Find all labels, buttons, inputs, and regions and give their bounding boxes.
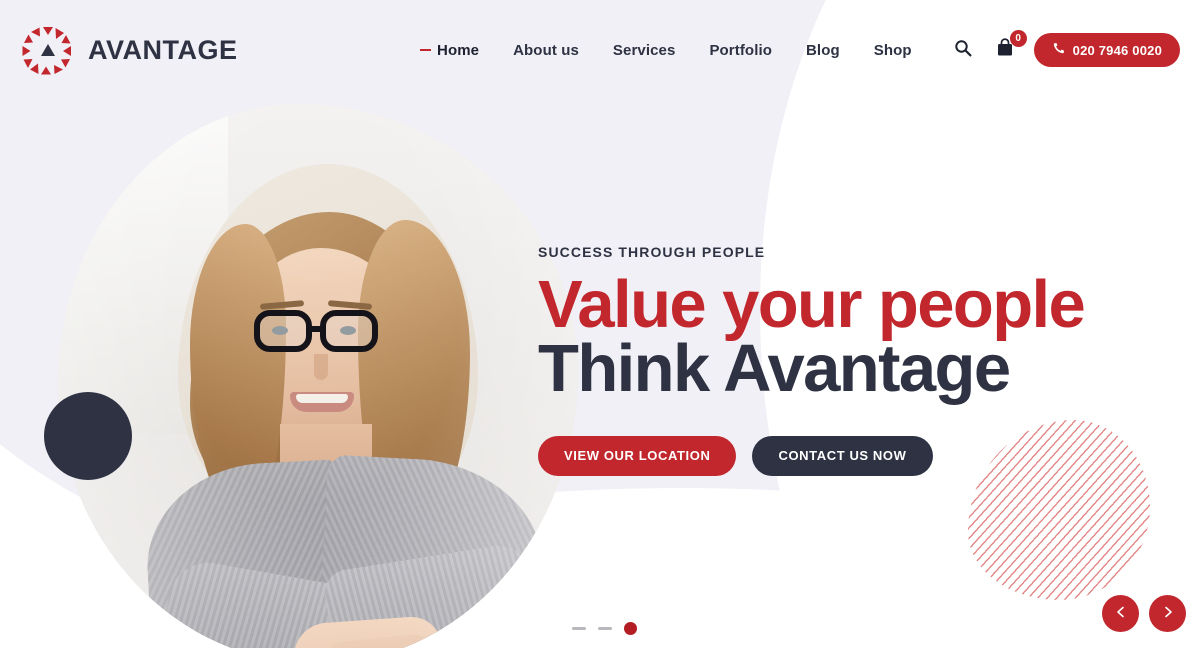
brand-logo-link[interactable]: AVANTAGE: [20, 24, 238, 76]
nav-item-home[interactable]: Home: [420, 42, 479, 59]
nav-item-portfolio[interactable]: Portfolio: [709, 42, 772, 59]
hexagon-triangles-logo-icon: [20, 24, 76, 76]
nav-item-shop-label: Shop: [873, 41, 912, 59]
contact-us-button[interactable]: CONTACT US NOW: [752, 435, 933, 476]
chevron-right-icon: [1161, 605, 1175, 622]
nav-item-services[interactable]: Services: [613, 42, 676, 59]
hero-image-content: [58, 104, 578, 648]
hero-eyebrow: SUCCESS THROUGH PEOPLE: [538, 244, 766, 260]
page-root: AVANTAGE Home About us Services Portfoli…: [0, 0, 1200, 648]
phone-icon: [1052, 42, 1065, 58]
hero-image: [58, 104, 578, 648]
slider-arrows: [1102, 595, 1186, 632]
slider-prev-button[interactable]: [1102, 595, 1139, 632]
brand-name: AVANTAGE: [88, 34, 238, 65]
site-header: AVANTAGE Home About us Services Portfoli…: [0, 0, 1200, 100]
nav-item-portfolio-label: Portfolio: [709, 41, 772, 59]
hero-content: SUCCESS THROUGH PEOPLE Value your people…: [538, 244, 1086, 476]
hero-headline-line2: Think Avantage: [538, 331, 1011, 407]
header-actions: 0 020 7946 0020: [950, 30, 1180, 67]
hero-cta-row: VIEW OUR LOCATION CONTACT US NOW: [538, 435, 1058, 476]
hero-headline-line1: Value your people: [538, 267, 1086, 342]
phone-cta-button[interactable]: 020 7946 0020: [1033, 33, 1180, 67]
nav-item-home-label: Home: [437, 41, 480, 59]
search-icon: [954, 39, 972, 62]
phone-number-label: 020 7946 0020: [1072, 42, 1162, 58]
cart-button[interactable]: 0: [992, 30, 1027, 63]
nav-item-about-us[interactable]: About us: [513, 42, 579, 59]
search-button[interactable]: [950, 37, 976, 63]
nav-item-blog[interactable]: Blog: [806, 42, 840, 59]
slider-dot-1[interactable]: [572, 627, 586, 630]
cart-count-badge: 0: [1009, 30, 1027, 47]
view-location-button[interactable]: VIEW OUR LOCATION: [538, 435, 737, 476]
main-navigation: Home About us Services Portfolio Blog Sh…: [420, 42, 912, 59]
nav-item-about-us-label: About us: [513, 41, 579, 59]
nav-item-shop[interactable]: Shop: [874, 42, 912, 59]
slider-next-button[interactable]: [1149, 595, 1186, 632]
nav-item-services-label: Services: [612, 41, 676, 59]
slider-dot-2[interactable]: [598, 627, 612, 630]
slider-pagination: [572, 622, 637, 635]
nav-item-blog-label: Blog: [806, 41, 840, 59]
chevron-left-icon: [1114, 605, 1128, 622]
slider-dot-3-active[interactable]: [624, 622, 637, 635]
decor-dark-circle: [44, 392, 132, 480]
active-dash-icon: [420, 49, 432, 51]
